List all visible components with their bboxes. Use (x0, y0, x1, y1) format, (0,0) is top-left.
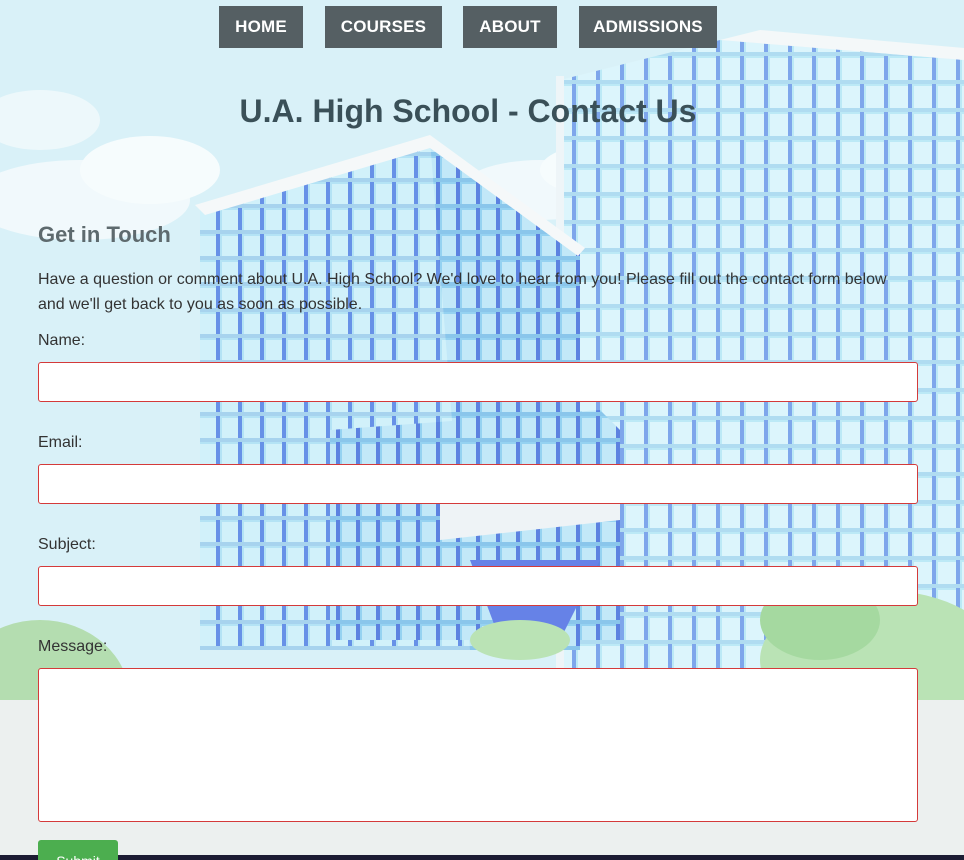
name-group: Name: (38, 331, 918, 402)
subject-label: Subject: (38, 536, 96, 553)
nav-about-button[interactable]: ABOUT (463, 6, 557, 48)
section-heading: Get in Touch (38, 222, 171, 247)
message-group: Message: (38, 637, 918, 822)
email-input[interactable] (38, 464, 918, 504)
main-nav: HOME COURSES ABOUT ADMISSIONS (0, 6, 964, 48)
name-label: Name: (38, 332, 86, 349)
submit-button[interactable]: Submit (38, 840, 118, 860)
contact-form: Name: Email: Subject: Message: Submit (38, 331, 918, 860)
subject-input[interactable] (38, 566, 918, 606)
subject-group: Subject: (38, 535, 918, 606)
email-label: Email: (38, 434, 83, 451)
email-group: Email: (38, 433, 918, 504)
nav-courses-button[interactable]: COURSES (325, 6, 442, 48)
message-textarea[interactable] (38, 668, 918, 822)
page-title: U.A. High School - Contact Us (239, 93, 697, 129)
intro-text: Have a question or comment about U.A. Hi… (38, 271, 887, 313)
nav-home-button[interactable]: HOME (219, 6, 303, 48)
contact-section: Get in Touch Have a question or comment … (38, 220, 918, 860)
message-label: Message: (38, 638, 108, 655)
name-input[interactable] (38, 362, 918, 402)
nav-admissions-button[interactable]: ADMISSIONS (579, 6, 717, 48)
